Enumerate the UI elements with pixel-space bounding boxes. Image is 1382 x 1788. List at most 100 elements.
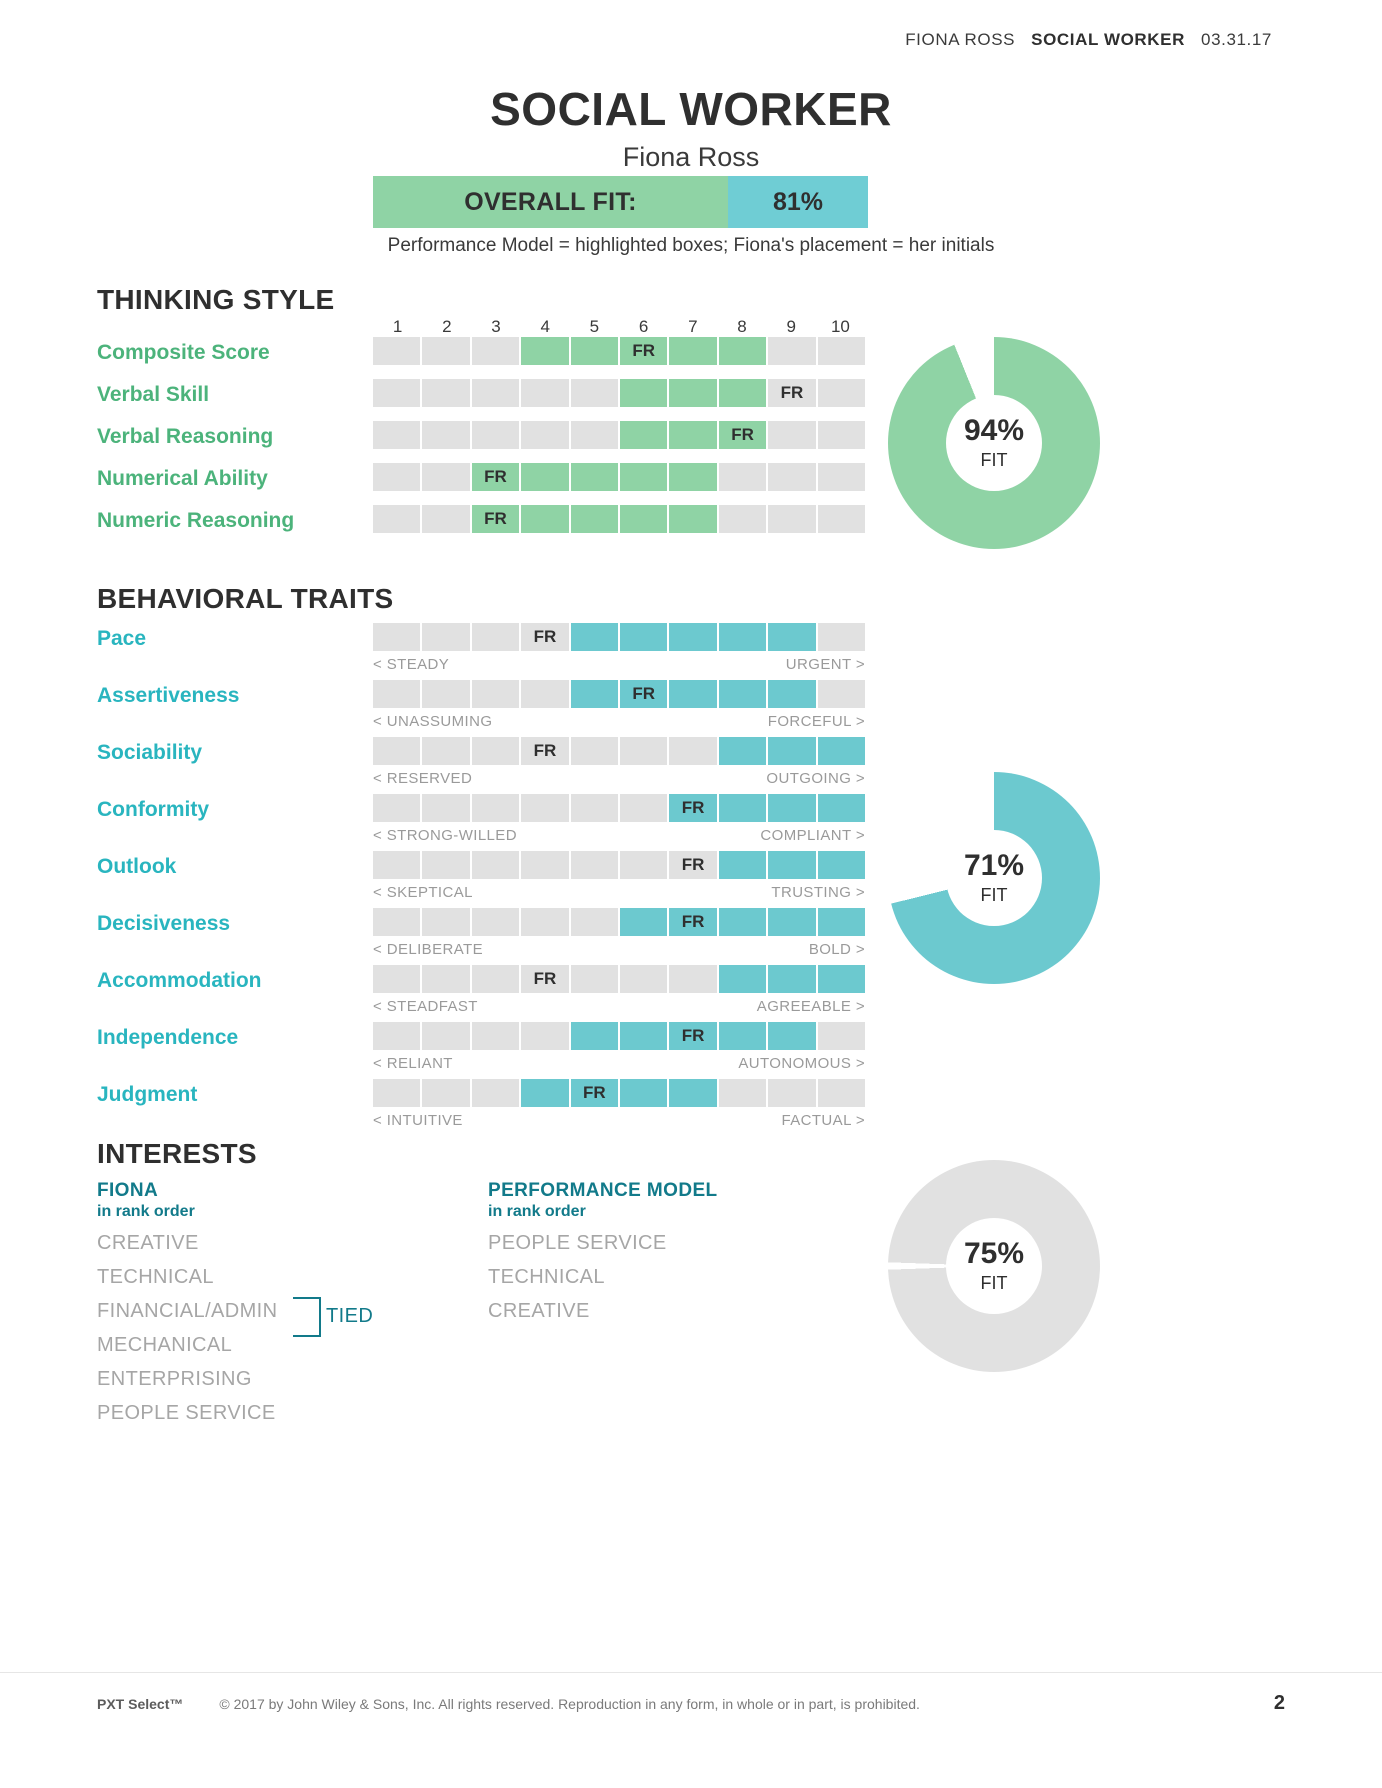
scale-cell <box>521 680 569 708</box>
scale-cell <box>422 463 470 491</box>
scale-cell <box>768 1079 816 1107</box>
page-footer: PXT Select™ © 2017 by John Wiley & Sons,… <box>97 1692 1285 1715</box>
scale-cell <box>471 794 520 822</box>
scale-cell <box>521 421 569 449</box>
scale-cell <box>521 337 569 365</box>
behavior-row: Assertiveness FR <box>0 680 1382 712</box>
anchor-labels: < SKEPTICAL TRUSTING > <box>373 884 865 901</box>
scale-number-5: 5 <box>589 317 600 336</box>
scale-cell <box>373 1022 421 1050</box>
legend-note: Performance Model = highlighted boxes; F… <box>387 235 995 256</box>
scale-cell <box>521 1022 569 1050</box>
scale-cell <box>669 463 717 491</box>
row-label: Conformity <box>97 798 209 821</box>
bar-accommodation: FR <box>373 965 866 993</box>
scale-cell <box>620 505 668 533</box>
header-date: 03.31.17 <box>1201 30 1272 49</box>
scale-cell <box>718 908 767 936</box>
scale-cell <box>373 421 421 449</box>
behavior-row: Judgment FR <box>0 1079 1382 1111</box>
scale-number-6: 6 <box>638 317 649 336</box>
interests-model-heading: PERFORMANCE MODEL <box>488 1180 718 1201</box>
scale-cell <box>570 794 619 822</box>
scale-cell <box>373 463 421 491</box>
scale-cell <box>570 965 619 993</box>
donut-behavior-fit: 71% FIT <box>888 772 1100 984</box>
row-label: Pace <box>97 627 147 650</box>
scale-cell <box>422 505 470 533</box>
scale-cell <box>570 505 619 533</box>
scale-cell <box>718 737 767 765</box>
scale-number-4: 4 <box>540 317 550 336</box>
anchor-labels: < DELIBERATE BOLD > <box>373 941 865 958</box>
scale-number-8: 8 <box>737 317 747 336</box>
scale-cell <box>718 379 767 407</box>
behavior-row: Decisiveness FR <box>0 908 1382 940</box>
behavior-row: Outlook FR <box>0 851 1382 883</box>
interest-item-fiona: ENTERPRISING <box>97 1368 252 1390</box>
footer-copyright: © 2017 by John Wiley & Sons, Inc. All ri… <box>219 1696 920 1712</box>
scale-cell <box>422 1022 470 1050</box>
scale-cell <box>521 463 569 491</box>
scale-cell <box>669 337 717 365</box>
scale-cell <box>669 623 717 651</box>
scale-cell <box>817 379 866 407</box>
scale-cell <box>718 851 767 879</box>
scale-cell <box>718 505 767 533</box>
scale-cell <box>471 680 520 708</box>
scale-cell <box>422 908 470 936</box>
scale-cell <box>669 505 717 533</box>
scale-cell <box>570 851 619 879</box>
row-label: Verbal Skill <box>97 383 210 406</box>
scale-cell <box>768 680 816 708</box>
scale-cell <box>422 421 470 449</box>
anchor-labels: < STRONG-WILLED COMPLIANT > <box>373 827 865 844</box>
anchor-right: COMPLIANT > <box>760 827 865 844</box>
placement-marker-cell: FR <box>521 965 569 993</box>
behavior-row: Sociability FR <box>0 737 1382 769</box>
scale-cell <box>718 337 767 365</box>
scale-cell <box>768 337 816 365</box>
scale-cell <box>422 337 470 365</box>
scale-cell <box>669 680 717 708</box>
donut-thinking-fit: 94% FIT <box>888 337 1100 549</box>
overall-fit-label: OVERALL FIT: <box>373 176 728 228</box>
scale-cell <box>817 737 866 765</box>
anchor-labels: < INTUITIVE FACTUAL > <box>373 1112 865 1129</box>
scale-cell <box>373 737 421 765</box>
scale-cell <box>718 965 767 993</box>
scale-cell <box>669 379 717 407</box>
row-label: Outlook <box>97 855 177 878</box>
scale-cell <box>471 1022 520 1050</box>
donut-thinking-percent: 94% <box>963 413 1025 447</box>
row-label: Independence <box>97 1026 239 1049</box>
scale-cell <box>620 1022 668 1050</box>
scale-cell <box>768 421 816 449</box>
interest-item-model: CREATIVE <box>488 1300 590 1322</box>
scale-cell <box>422 680 470 708</box>
thinking-row: Verbal Reasoning FR <box>0 421 1382 453</box>
page-title: SOCIAL WORKER <box>490 83 892 135</box>
row-label: Accommodation <box>97 969 262 992</box>
scale-cell <box>471 421 520 449</box>
placement-marker-cell: FR <box>768 379 816 407</box>
placement-marker-cell: FR <box>521 623 569 651</box>
scale-number-9: 9 <box>786 317 796 336</box>
scale-cell <box>373 379 421 407</box>
scale-cell <box>817 908 866 936</box>
row-label: Decisiveness <box>97 912 231 935</box>
behavior-row: Accommodation FR <box>0 965 1382 997</box>
scale-cell <box>570 908 619 936</box>
scale-cell <box>620 908 668 936</box>
page-subtitle: Fiona Ross <box>622 142 760 172</box>
anchor-right: FORCEFUL > <box>767 713 865 730</box>
scale-cell <box>373 965 421 993</box>
anchor-right: OUTGOING > <box>766 770 865 787</box>
interest-item-fiona: TECHNICAL <box>97 1266 214 1288</box>
scale-cell <box>570 379 619 407</box>
anchor-labels: < STEADFAST AGREEABLE > <box>373 998 865 1015</box>
anchor-right: FACTUAL > <box>781 1112 865 1129</box>
scale-cell <box>620 851 668 879</box>
scale-cell <box>669 737 717 765</box>
scale-number-7: 7 <box>688 317 698 336</box>
